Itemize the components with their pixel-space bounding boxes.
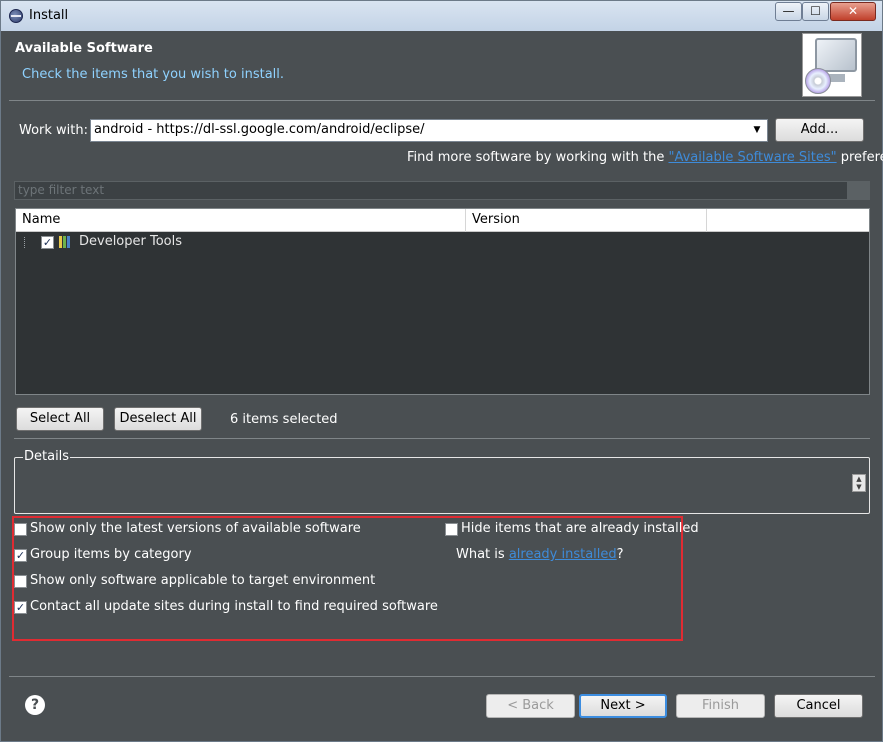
- install-monitor-cd-icon: [802, 33, 862, 97]
- tree-row[interactable]: ✓ Developer Tools: [16, 233, 869, 253]
- divider: [14, 438, 870, 439]
- window-title: Install: [29, 8, 69, 23]
- close-button[interactable]: ✕: [830, 2, 876, 21]
- column-separator[interactable]: [465, 209, 466, 232]
- find-more-prefix: Find more software by working with the: [407, 150, 669, 165]
- filter-clear-icon[interactable]: [847, 182, 869, 199]
- page-title: Available Software: [15, 41, 153, 56]
- already-installed-link[interactable]: already installed: [509, 547, 617, 562]
- software-tree[interactable]: Name Version ✓ Developer Tools: [15, 208, 870, 395]
- row-name: Developer Tools: [79, 234, 183, 249]
- chevron-down-icon[interactable]: ▼: [749, 121, 765, 140]
- divider: [9, 676, 875, 677]
- tree-header: Name Version: [16, 209, 869, 232]
- hide-installed-label[interactable]: Hide items that are already installed: [461, 521, 699, 536]
- column-separator[interactable]: [706, 209, 707, 232]
- target-env-checkbox[interactable]: [14, 575, 27, 588]
- filter-placeholder[interactable]: type filter text: [18, 183, 104, 197]
- wizard-banner: Available Software Check the items that …: [9, 31, 875, 101]
- details-group: ▲ ▼: [14, 457, 870, 514]
- contact-sites-checkbox[interactable]: ✓: [14, 601, 27, 614]
- install-dialog: Install — ☐ ✕ Available Software Check t…: [0, 0, 883, 742]
- select-all-button[interactable]: Select All: [16, 407, 104, 431]
- available-software-sites-link[interactable]: "Available Software Sites": [669, 150, 837, 165]
- next-button[interactable]: Next >: [579, 694, 667, 718]
- work-with-value[interactable]: android - https://dl-ssl.google.com/andr…: [94, 122, 425, 137]
- column-name[interactable]: Name: [22, 212, 60, 227]
- work-with-combo[interactable]: android - https://dl-ssl.google.com/andr…: [90, 119, 768, 142]
- hide-installed-checkbox[interactable]: [445, 523, 458, 536]
- add-site-button[interactable]: Add...: [775, 118, 864, 142]
- cancel-button[interactable]: Cancel: [774, 694, 863, 718]
- finish-button[interactable]: Finish: [676, 694, 765, 718]
- filter-input[interactable]: type filter text: [14, 181, 870, 200]
- find-more-suffix: preferences.: [840, 150, 883, 165]
- minimize-button[interactable]: —: [775, 2, 802, 21]
- show-latest-label[interactable]: Show only the latest versions of availab…: [30, 521, 361, 536]
- title-bar[interactable]: Install — ☐ ✕: [1, 1, 882, 31]
- column-version[interactable]: Version: [472, 212, 520, 227]
- group-by-category-label[interactable]: Group items by category: [30, 547, 192, 562]
- group-by-category-checkbox[interactable]: ✓: [14, 549, 27, 562]
- contact-sites-label[interactable]: Contact all update sites during install …: [30, 599, 438, 614]
- already-installed-prefix: What is: [456, 547, 509, 562]
- eclipse-icon: [9, 9, 23, 23]
- selected-count: 6 items selected: [230, 412, 338, 427]
- maximize-button[interactable]: ☐: [802, 2, 829, 21]
- monitor-icon: [815, 38, 857, 72]
- find-more-text: Find more software by working with the "…: [407, 150, 883, 165]
- already-installed-suffix: ?: [616, 547, 624, 562]
- work-with-label: Work with:: [19, 123, 89, 138]
- back-button[interactable]: < Back: [486, 694, 575, 718]
- details-legend: Details: [23, 449, 71, 464]
- already-installed-text: What is already installed?: [456, 547, 624, 562]
- row-checkbox[interactable]: ✓: [41, 236, 54, 249]
- show-latest-checkbox[interactable]: [14, 523, 27, 536]
- target-env-label[interactable]: Show only software applicable to target …: [30, 573, 375, 588]
- deselect-all-button[interactable]: Deselect All: [114, 407, 202, 431]
- cd-icon: [805, 68, 831, 94]
- package-icon: [59, 236, 73, 248]
- tree-expander-icon[interactable]: [24, 237, 27, 248]
- monitor-stand: [829, 74, 845, 82]
- details-scrollbar[interactable]: ▲ ▼: [852, 474, 866, 492]
- help-icon[interactable]: ?: [25, 695, 45, 715]
- page-subtitle: Check the items that you wish to install…: [22, 67, 285, 82]
